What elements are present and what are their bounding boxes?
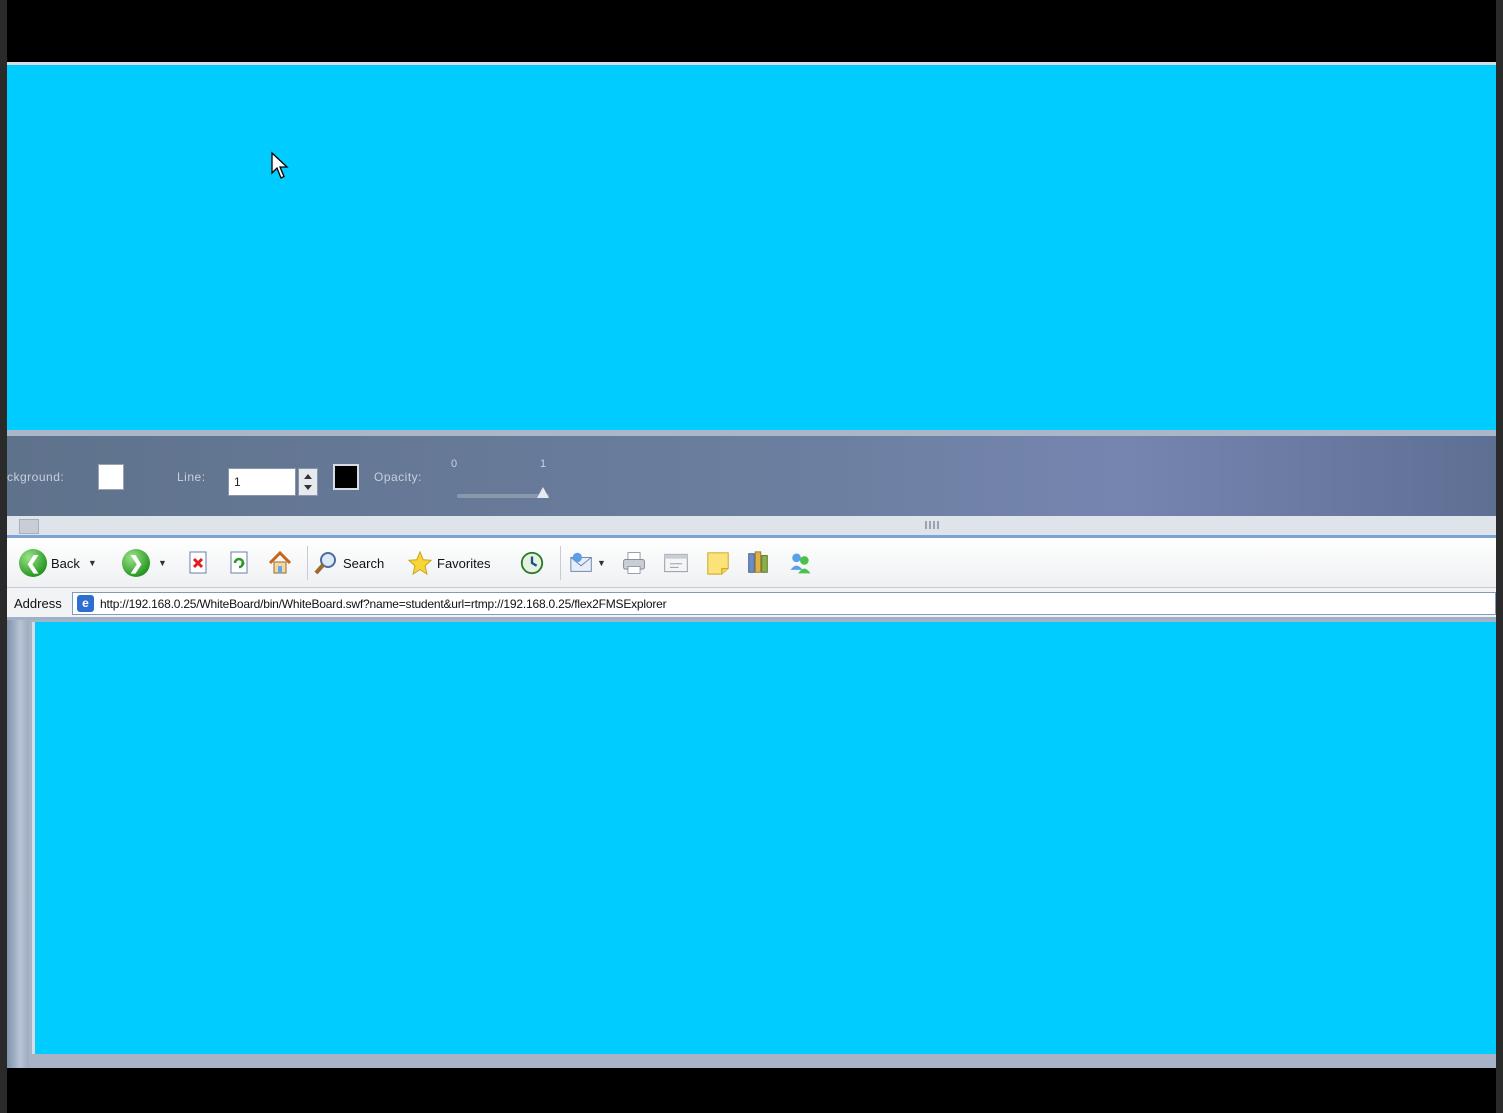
favorites-label: Favorites — [437, 555, 491, 571]
search-icon — [313, 550, 339, 576]
stop-icon — [186, 550, 212, 576]
refresh-button[interactable] — [227, 548, 253, 578]
whiteboard-canvas-lower[interactable] — [32, 622, 1496, 1054]
star-icon — [407, 550, 433, 576]
forward-button[interactable]: ❯ ▼ — [122, 548, 167, 578]
mouse-cursor-icon — [271, 151, 289, 179]
opacity-slider-thumb[interactable] — [537, 487, 549, 498]
back-label: Back — [51, 555, 80, 571]
whiteboard-canvas[interactable] — [7, 62, 1496, 430]
address-input[interactable]: e http://192.168.0.25/WhiteBoard/bin/Whi… — [72, 592, 1496, 615]
mail-button[interactable]: ▼ — [569, 548, 606, 578]
research-button[interactable] — [745, 548, 771, 578]
address-bar: Address e http://192.168.0.25/WhiteBoard… — [7, 588, 1496, 620]
line-width-input[interactable]: 1 — [228, 468, 296, 496]
opacity-label: Opacity: — [374, 470, 423, 484]
browser-toolbar: ❮ Back ▼ ❯ ▼ Search Favorites ▼ — [7, 538, 1496, 588]
edit-page-icon — [663, 550, 689, 576]
favorites-button[interactable]: Favorites — [407, 548, 490, 578]
opacity-max-label: 1 — [540, 458, 547, 470]
history-button[interactable] — [519, 548, 545, 578]
note-icon — [705, 550, 731, 576]
horizontal-scrollbar[interactable] — [7, 516, 1496, 538]
address-url[interactable]: http://192.168.0.25/WhiteBoard/bin/White… — [100, 597, 667, 611]
line-label: Line: — [177, 470, 206, 484]
printer-icon — [621, 550, 647, 576]
scroll-left-button[interactable] — [19, 519, 39, 534]
toolbar-separator — [307, 546, 308, 580]
stop-button[interactable] — [186, 548, 212, 578]
line-width-stepper[interactable]: 1 — [228, 468, 320, 496]
home-button[interactable] — [267, 548, 293, 578]
ie-page-icon: e — [77, 595, 94, 612]
browser-content-area — [7, 620, 1496, 1068]
back-dropdown-icon[interactable]: ▼ — [88, 558, 97, 568]
history-icon — [519, 550, 545, 576]
background-label: ckground: — [7, 470, 65, 484]
forward-arrow-icon: ❯ — [122, 549, 150, 577]
messenger-button[interactable] — [787, 548, 813, 578]
mail-dropdown-icon[interactable]: ▼ — [597, 558, 606, 568]
search-button[interactable]: Search — [313, 548, 384, 578]
research-icon — [745, 550, 771, 576]
mail-icon — [569, 550, 595, 576]
address-label: Address — [14, 596, 62, 611]
print-button[interactable] — [621, 548, 647, 578]
drawing-tool-panel: ckground: Line: 1 Opacity: 0 1 — [7, 430, 1496, 516]
stroke-color-swatch[interactable] — [333, 464, 359, 490]
toolbar-separator — [560, 546, 561, 580]
opacity-slider-track[interactable] — [457, 494, 549, 498]
forward-dropdown-icon[interactable]: ▼ — [158, 558, 167, 568]
opacity-min-label: 0 — [451, 458, 458, 470]
window-left-border — [7, 620, 29, 1068]
back-button[interactable]: ❮ Back ▼ — [19, 548, 97, 578]
scroll-grip-icon — [925, 521, 939, 529]
home-icon — [267, 550, 293, 576]
discuss-button[interactable] — [705, 548, 731, 578]
back-arrow-icon: ❮ — [19, 549, 47, 577]
refresh-icon — [227, 550, 253, 576]
edit-button[interactable] — [663, 548, 689, 578]
search-label: Search — [343, 555, 385, 571]
background-color-swatch[interactable] — [98, 464, 124, 490]
stepper-arrows-icon — [304, 474, 312, 490]
messenger-icon — [787, 550, 813, 576]
screen-frame: ckground: Line: 1 Opacity: 0 1 ❮ Back ▼ — [7, 0, 1496, 1113]
stepper-arrows[interactable] — [298, 468, 318, 496]
